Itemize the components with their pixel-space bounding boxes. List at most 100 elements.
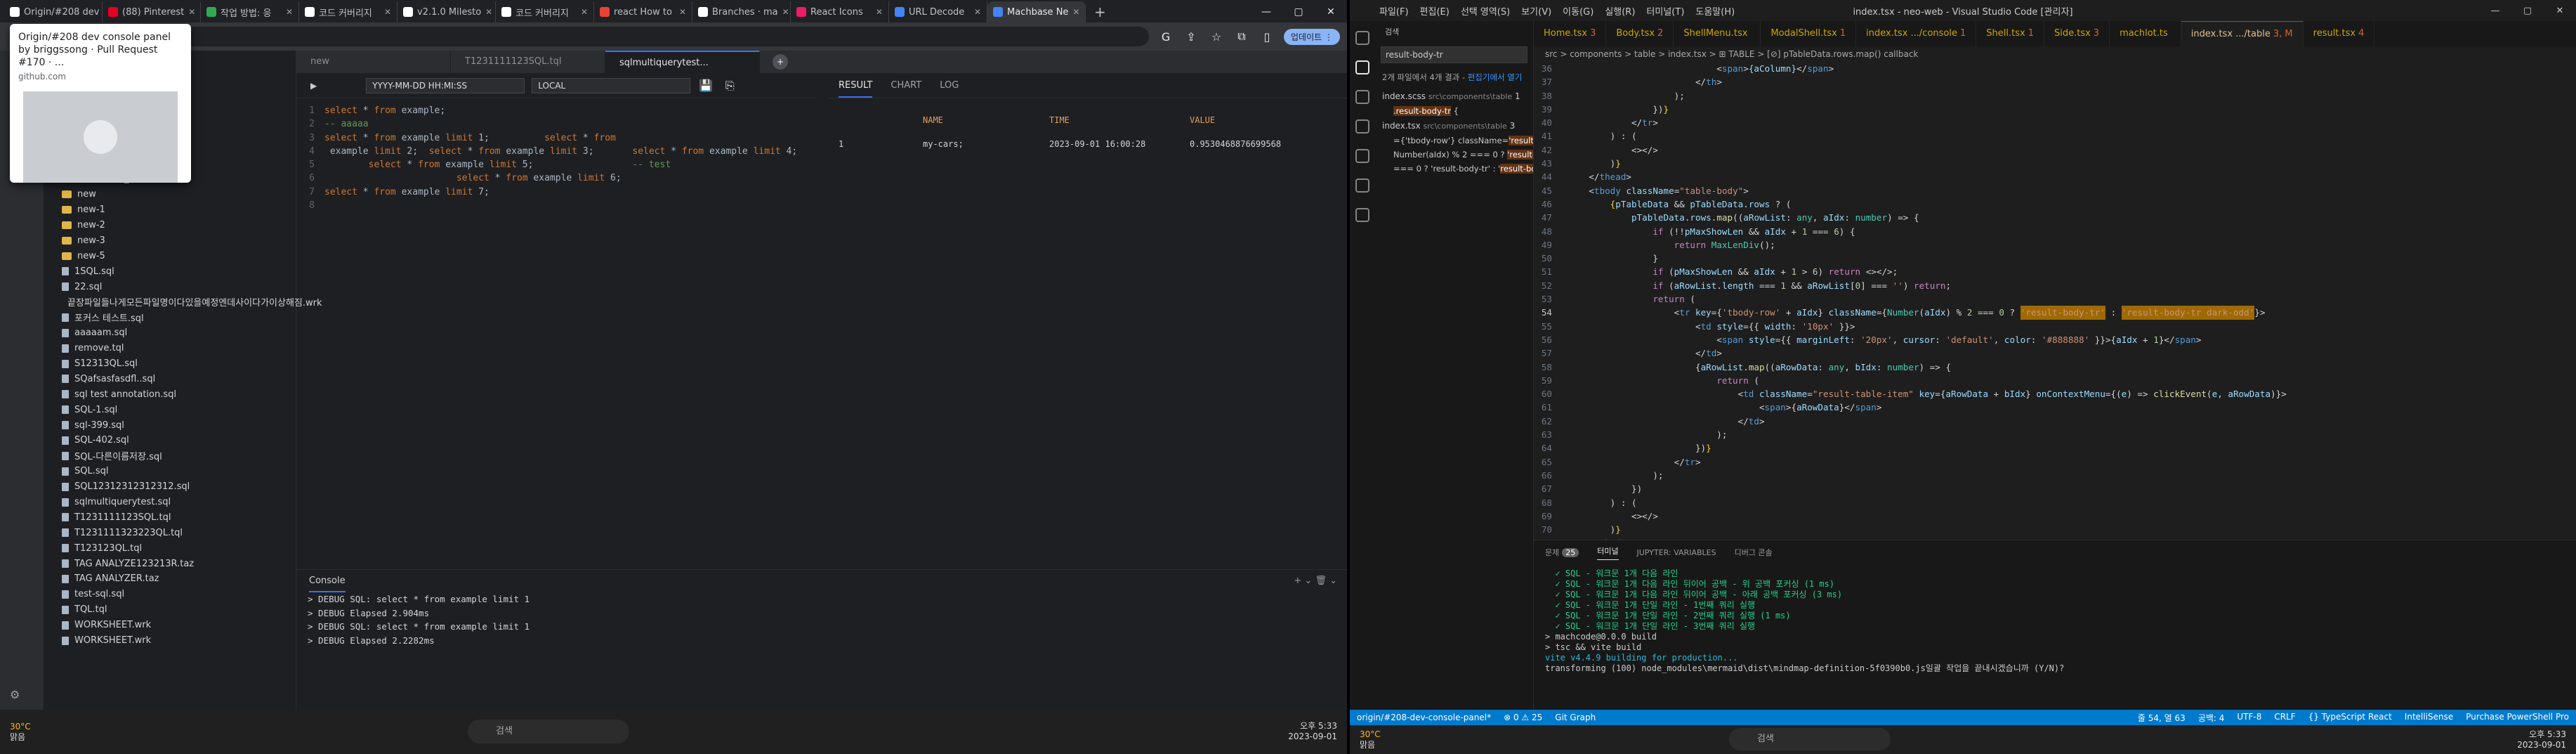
status-eol[interactable]: CRLF (2274, 712, 2295, 724)
menu-item[interactable]: 이동(G) (1563, 4, 1593, 18)
save-as-icon[interactable]: ⎘ (721, 79, 738, 93)
status-encoding[interactable]: UTF-8 (2237, 712, 2261, 724)
tree-file[interactable]: 끝장파일들나게모든파일명이다있을예정엔데사이다가이상해짐.wrk (44, 294, 322, 310)
remote-icon[interactable] (1355, 178, 1369, 193)
tree-folder[interactable]: new-5 (44, 248, 296, 264)
source-control-icon[interactable] (1355, 90, 1369, 104)
tree-file[interactable]: SQL12312312312312.sql (44, 479, 296, 495)
tree-file[interactable]: WORKSHEET.wrk (44, 618, 296, 633)
tree-file[interactable]: sqlmultiquerytest.sql (44, 495, 296, 510)
close-icon[interactable]: ✕ (188, 7, 195, 17)
tree-file[interactable]: SQL-1.sql (44, 402, 296, 417)
tree-file[interactable]: 포커스 테스트.sql (44, 310, 296, 325)
tree-file[interactable]: SQL-402.sql (44, 433, 296, 448)
run-icon[interactable]: ▶ (310, 81, 317, 91)
editor-tab[interactable]: Home.tsx 3 (1534, 21, 1607, 46)
result-cell[interactable]: 0.9530468876699568 (1178, 132, 1319, 156)
console-actions[interactable]: + ⌄ 🗑 ⌄ (1294, 570, 1347, 592)
status-git-graph[interactable]: Git Graph (1555, 713, 1596, 722)
editor-tab[interactable]: result.tsx 4 (2304, 21, 2375, 46)
search-result-match[interactable]: ={'tbody-row'} className='result-body-tr… (1375, 134, 1533, 148)
search-result-match[interactable]: === 0 ? 'result-body-tr' : 'result-body-… (1375, 162, 1533, 176)
tree-file[interactable]: TAG ANALYZE123213R.taz (44, 556, 296, 571)
browser-tab[interactable]: React Icons ✕ (791, 1, 889, 22)
editor-tab[interactable]: ModalShell.tsx 1 (1761, 21, 1857, 46)
status-branch[interactable]: origin/#208-dev-console-panel* (1357, 713, 1491, 722)
tab-log[interactable]: LOG (940, 80, 959, 91)
new-tab-button[interactable]: + (1086, 1, 1115, 22)
tree-file[interactable]: T1231111123SQL.tql (44, 509, 296, 525)
google-icon[interactable]: G (1157, 30, 1174, 44)
editor-tab[interactable]: ShellMenu.tsx (1674, 21, 1761, 46)
tree-file[interactable]: T1231111323223QL.tql (44, 525, 296, 540)
menu-item[interactable]: 실행(R) (1605, 4, 1635, 18)
menu-item[interactable]: 파일(F) (1379, 4, 1409, 18)
tree-file[interactable]: test-sql.sql (44, 587, 296, 602)
tree-file[interactable]: remove.tql (44, 341, 296, 356)
tree-file[interactable]: T123123QL.tql (44, 540, 296, 556)
weather-widget[interactable]: 30°C 맑음 (1360, 729, 1381, 750)
menu-item[interactable]: 도움말(H) (1695, 4, 1735, 18)
tab-jupyter[interactable]: JUPYTER: VARIABLES (1637, 548, 1716, 557)
extensions-icon[interactable]: ⧉ (1233, 30, 1250, 44)
tree-file[interactable]: SQafsasfasdfl..sql (44, 371, 296, 386)
search-result-file[interactable]: index.tsx src\components\table 3 (1375, 118, 1533, 134)
address-bar[interactable]: b/ui (83, 27, 1150, 46)
open-in-editor-link[interactable]: 편집기에서 열기 (1468, 72, 1523, 82)
minimize-icon[interactable]: — (2479, 6, 2511, 16)
update-button[interactable]: 업데이트 ⋮ (1284, 28, 1340, 45)
menu-item[interactable]: 편집(E) (1420, 4, 1450, 18)
taskbar-search[interactable]: 검색 (1729, 728, 1891, 750)
add-tab-button[interactable]: + (773, 54, 788, 70)
tab-new[interactable]: new (296, 51, 451, 73)
search-result-match[interactable]: Number(aIdx) % 2 === 0 ? 'result-bo... (1375, 148, 1533, 162)
result-cell[interactable]: 1 (827, 132, 912, 156)
close-icon[interactable]: ✕ (581, 7, 588, 17)
status-intellisense[interactable]: IntelliSense (2405, 712, 2453, 724)
save-icon[interactable]: 💾 (697, 79, 714, 92)
breadcrumb[interactable]: src > components > table > index.tsx > ⊞… (1534, 46, 2576, 62)
browser-tab[interactable]: react How to ✕ (594, 1, 692, 22)
tab-tql[interactable]: T1231111123SQL.tql (451, 51, 605, 73)
sql-code[interactable]: 1 select * from example; 2 -- aaaaa 3 select … (296, 104, 816, 498)
tree-folder[interactable]: new-2 (44, 218, 296, 233)
tree-file[interactable]: WORKSHEET.wrk (44, 633, 296, 649)
search-result-file[interactable]: index.scss src\components\table 1 (1375, 89, 1533, 104)
search-result-match[interactable]: .result-body-tr { (1375, 104, 1533, 118)
taskbar-search[interactable]: 검색 (468, 720, 629, 743)
close-icon[interactable]: ✕ (679, 7, 686, 17)
tree-file[interactable]: aaaaam.sql (44, 325, 296, 341)
tree-file[interactable]: SQL.sql (44, 464, 296, 479)
browser-tab[interactable]: Branches · ma ✕ (692, 1, 791, 22)
status-problems[interactable]: ⊗ 0 ⚠ 25 (1504, 713, 1542, 722)
tree-folder[interactable]: new-3 (44, 233, 296, 248)
result-cell[interactable]: 2023-09-01 16:00:28 (1038, 132, 1178, 156)
tab-chart[interactable]: CHART (891, 80, 921, 91)
tree-file[interactable]: TAG ANALYZER.taz (44, 571, 296, 587)
maximize-icon[interactable]: ▢ (1282, 1, 1315, 22)
close-icon[interactable]: ✕ (384, 7, 391, 17)
time-format-select[interactable]: YYYY-MM-DD HH:MI:SS (366, 77, 525, 93)
minimize-icon[interactable]: — (1250, 1, 1282, 22)
browser-tab[interactable]: 코드 커버리지 ✕ (496, 1, 594, 22)
tab-sqlmultiquerytest[interactable]: sqlmultiquerytest... (605, 51, 760, 73)
status-indent[interactable]: 공백: 4 (2198, 712, 2225, 724)
close-icon[interactable]: ✕ (485, 7, 492, 17)
browser-tab[interactable]: 코드 커버리지 ✕ (299, 1, 397, 22)
weather-widget[interactable]: 30°C 맑음 (10, 722, 31, 743)
sidepanel-icon[interactable]: ▯ (1259, 30, 1275, 44)
tab-debug-console[interactable]: 디버그 콘솔 (1735, 547, 1773, 558)
editor-tab[interactable]: Body.tsx 2 (1606, 21, 1674, 46)
result-cell[interactable]: my-cars; (912, 132, 1038, 156)
status-language[interactable]: {} TypeScript React (2308, 712, 2392, 724)
close-icon[interactable]: ✕ (876, 7, 883, 17)
tab-problems[interactable]: 문제 25 (1545, 547, 1579, 558)
editor-tab[interactable]: Shell.tsx 1 (1976, 21, 2044, 46)
explorer-icon[interactable] (1355, 31, 1369, 45)
search-icon[interactable] (1355, 60, 1369, 74)
menu-item[interactable]: 보기(V) (1521, 4, 1551, 18)
menu-item[interactable]: 터미널(T) (1646, 4, 1684, 18)
timezone-select[interactable]: LOCAL (532, 77, 691, 93)
tab-terminal[interactable]: 터미널 (1597, 545, 1619, 560)
browser-tab[interactable]: 작업 방법: 응 ✕ (201, 1, 299, 22)
